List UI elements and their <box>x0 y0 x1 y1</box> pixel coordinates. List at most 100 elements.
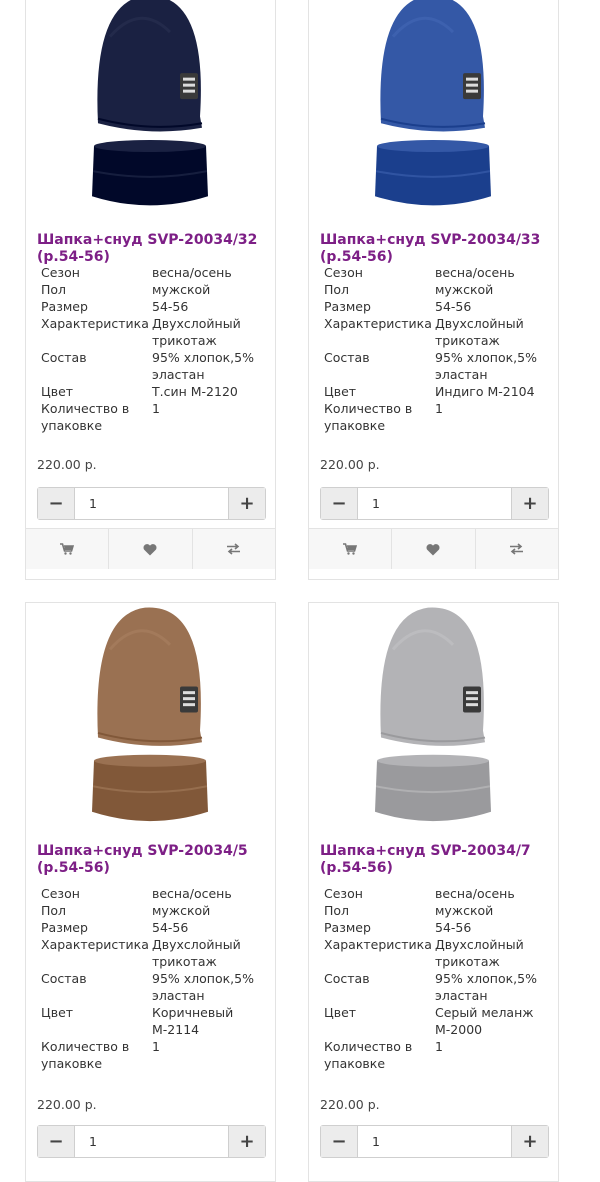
quantity-decrease-button[interactable]: − <box>38 1126 75 1157</box>
quantity-increase-button[interactable]: + <box>511 488 548 519</box>
spec-row: Состав 95% хлопок,5% эластан <box>324 970 549 1004</box>
quantity-increase-button[interactable]: + <box>228 488 265 519</box>
quantity-increase-button[interactable]: + <box>511 1126 548 1157</box>
quantity-stepper: − 1 + <box>37 1125 266 1158</box>
product-specs: Сезон весна/осень Пол мужской Размер 54-… <box>41 885 266 1072</box>
product-image-link[interactable] <box>26 0 275 219</box>
spec-value: Серый меланж М-2000 <box>435 1005 534 1037</box>
spec-name: Характеристика <box>41 937 149 952</box>
spec-row: Сезон весна/осень <box>324 885 549 902</box>
product-actions <box>309 528 558 569</box>
quantity-decrease-button[interactable]: − <box>321 1126 358 1157</box>
spec-name: Цвет <box>324 1005 357 1020</box>
quantity-stepper: − 1 + <box>37 487 266 520</box>
product-specs: Сезон весна/осень Пол мужской Размер 54-… <box>324 264 549 434</box>
spec-row: Состав 95% хлопок,5% эластан <box>41 970 266 1004</box>
spec-row: Состав 95% хлопок,5% эластан <box>324 349 549 383</box>
product-image-link[interactable] <box>309 0 558 219</box>
product-title-link[interactable]: Шапка+снуд SVP-20034/33 (р.54-56) <box>320 232 552 266</box>
spec-value: 95% хлопок,5% эластан <box>152 350 254 382</box>
product-image <box>375 607 491 822</box>
spec-name: Сезон <box>41 265 80 280</box>
product-image <box>92 607 208 822</box>
spec-value: 1 <box>152 1039 160 1054</box>
product-title-link[interactable]: Шапка+снуд SVP-20034/7 (р.54-56) <box>320 843 552 877</box>
spec-value: Двухслойный трикотаж <box>152 316 241 348</box>
quantity-decrease-button[interactable]: − <box>321 488 358 519</box>
compare-icon <box>227 543 241 555</box>
spec-value: мужской <box>435 903 494 918</box>
spec-row: Количество в упаковке 1 <box>41 1038 266 1072</box>
spec-value: мужской <box>152 282 211 297</box>
cart-icon <box>343 543 358 555</box>
spec-name: Количество в упаковке <box>41 401 130 433</box>
quantity-input[interactable]: 1 <box>75 1126 228 1157</box>
spec-value: мужской <box>152 903 211 918</box>
spec-name: Количество в упаковке <box>41 1039 130 1071</box>
product-image <box>375 0 491 206</box>
product-image <box>92 0 208 206</box>
add-to-wishlist-button[interactable] <box>392 529 476 569</box>
spec-value: 95% хлопок,5% эластан <box>435 350 537 382</box>
spec-name: Пол <box>41 282 67 297</box>
product-image-link[interactable] <box>26 603 275 835</box>
spec-name: Состав <box>41 350 87 365</box>
spec-value: мужской <box>435 282 494 297</box>
add-to-compare-button[interactable] <box>476 529 558 569</box>
add-to-cart-button[interactable] <box>309 529 393 569</box>
spec-row: Цвет Индиго М-2104 <box>324 383 549 400</box>
spec-row: Пол мужской <box>324 281 549 298</box>
spec-value: Индиго М-2104 <box>435 384 535 399</box>
product-price: 220.00 р. <box>37 1097 97 1112</box>
spec-value: 95% хлопок,5% эластан <box>152 971 254 1003</box>
spec-value: 54-56 <box>435 920 472 935</box>
quantity-increase-button[interactable]: + <box>228 1126 265 1157</box>
spec-name: Сезон <box>324 265 363 280</box>
spec-row: Цвет Серый меланж М-2000 <box>324 1004 549 1038</box>
product-card: Шапка+снуд SVP-20034/33 (р.54-56) Сезон … <box>308 0 559 580</box>
spec-value: 54-56 <box>152 299 189 314</box>
spec-row: Характеристика Двухслойный трикотаж <box>41 936 266 970</box>
spec-row: Сезон весна/осень <box>41 885 266 902</box>
spec-value: Двухслойный трикотаж <box>435 937 524 969</box>
spec-name: Пол <box>324 903 350 918</box>
spec-row: Характеристика Двухслойный трикотаж <box>324 936 549 970</box>
product-card: Шапка+снуд SVP-20034/5 (р.54-56) Сезон в… <box>25 602 276 1182</box>
heart-icon <box>427 543 440 555</box>
quantity-stepper: − 1 + <box>320 1125 549 1158</box>
spec-value: Двухслойный трикотаж <box>152 937 241 969</box>
product-image-link[interactable] <box>309 603 558 835</box>
product-price: 220.00 р. <box>320 1097 380 1112</box>
spec-value: Двухслойный трикотаж <box>435 316 524 348</box>
spec-row: Размер 54-56 <box>324 919 549 936</box>
spec-row: Цвет Коричневый М-2114 <box>41 1004 266 1038</box>
product-title-link[interactable]: Шапка+снуд SVP-20034/5 (р.54-56) <box>37 843 269 877</box>
spec-row: Сезон весна/осень <box>41 264 266 281</box>
product-title-link[interactable]: Шапка+снуд SVP-20034/32 (р.54-56) <box>37 232 269 266</box>
add-to-cart-button[interactable] <box>26 529 110 569</box>
add-to-wishlist-button[interactable] <box>109 529 193 569</box>
quantity-input[interactable]: 1 <box>358 1126 511 1157</box>
quantity-decrease-button[interactable]: − <box>38 488 75 519</box>
spec-value: 1 <box>152 401 160 416</box>
spec-name: Цвет <box>41 384 74 399</box>
spec-row: Состав 95% хлопок,5% эластан <box>41 349 266 383</box>
spec-value: весна/осень <box>435 265 515 280</box>
spec-name: Пол <box>324 282 350 297</box>
spec-name: Количество в упаковке <box>324 401 413 433</box>
add-to-compare-button[interactable] <box>193 529 275 569</box>
spec-value: 54-56 <box>152 920 189 935</box>
spec-name: Сезон <box>41 886 80 901</box>
product-specs: Сезон весна/осень Пол мужской Размер 54-… <box>324 885 549 1072</box>
quantity-input[interactable]: 1 <box>75 488 228 519</box>
spec-value: 1 <box>435 1039 443 1054</box>
spec-name: Характеристика <box>41 316 149 331</box>
spec-name: Размер <box>324 299 371 314</box>
spec-name: Состав <box>41 971 87 986</box>
spec-row: Пол мужской <box>324 902 549 919</box>
compare-icon <box>510 543 524 555</box>
spec-row: Количество в упаковке 1 <box>41 400 266 434</box>
quantity-input[interactable]: 1 <box>358 488 511 519</box>
product-card: Шапка+снуд SVP-20034/7 (р.54-56) Сезон в… <box>308 602 559 1182</box>
product-price: 220.00 р. <box>37 457 97 472</box>
